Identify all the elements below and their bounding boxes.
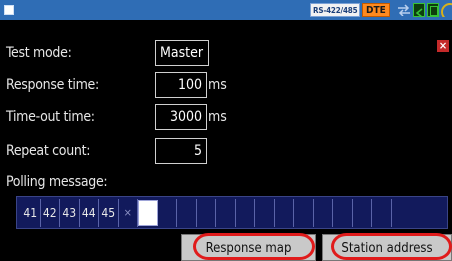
close-icon[interactable]: ×	[437, 40, 449, 52]
polling-empty-cell[interactable]	[392, 199, 412, 227]
polling-empty-cell[interactable]	[314, 198, 333, 227]
repeat-count-label: Repeat count:	[6, 143, 91, 159]
polling-byte[interactable]: 41	[21, 198, 41, 227]
timeout-time-field[interactable]: 3000	[155, 104, 207, 130]
power-indicator-icon	[441, 3, 452, 17]
screen: RS-422/485 DTE × Test mode: Master Respo…	[0, 0, 452, 261]
response-time-label: Response time:	[6, 77, 99, 93]
polling-byte[interactable]: 45	[99, 198, 119, 227]
polling-cursor-cell[interactable]	[138, 199, 158, 226]
timeout-time-unit: ms	[208, 109, 227, 125]
polling-empty-cell[interactable]	[353, 198, 372, 227]
dte-badge: DTE	[362, 3, 390, 17]
polling-byte[interactable]: 43	[60, 198, 80, 227]
response-time-unit: ms	[208, 77, 227, 93]
polling-empty-cell[interactable]	[255, 198, 275, 227]
station-address-button[interactable]: Station address	[322, 234, 452, 261]
polling-empty-cell[interactable]	[275, 198, 294, 227]
polling-empty-cell[interactable]	[158, 198, 177, 227]
test-mode-field[interactable]: Master	[155, 40, 209, 66]
test-mode-label: Test mode:	[6, 45, 72, 61]
polling-byte[interactable]: 42	[41, 198, 60, 227]
signal-indicator-icon	[413, 3, 425, 18]
polling-empty-cell[interactable]	[372, 198, 392, 227]
polling-message-editor[interactable]: 41 42 43 44 45 ×	[16, 196, 448, 229]
polling-byte[interactable]: 44	[80, 198, 99, 227]
repeat-count-field[interactable]: 5	[155, 138, 207, 164]
polling-separator: ×	[119, 198, 138, 227]
polling-empty-cell[interactable]	[177, 198, 197, 227]
interface-badge: RS-422/485	[310, 3, 361, 17]
stop-square-icon[interactable]	[4, 5, 14, 15]
polling-message-label: Polling message:	[6, 174, 108, 190]
response-map-button[interactable]: Response map	[181, 234, 316, 261]
polling-empty-cell[interactable]	[333, 198, 353, 227]
polling-empty-cell[interactable]	[197, 198, 216, 227]
status-bar: RS-422/485 DTE	[0, 0, 452, 20]
storage-indicator-icon	[427, 3, 439, 17]
polling-empty-cell[interactable]	[236, 198, 255, 227]
link-arrows-icon	[398, 4, 410, 16]
polling-empty-cell[interactable]	[216, 198, 236, 227]
timeout-time-label: Time-out time:	[6, 109, 95, 125]
response-time-field[interactable]: 100	[155, 72, 207, 98]
polling-empty-cell[interactable]	[294, 198, 314, 227]
